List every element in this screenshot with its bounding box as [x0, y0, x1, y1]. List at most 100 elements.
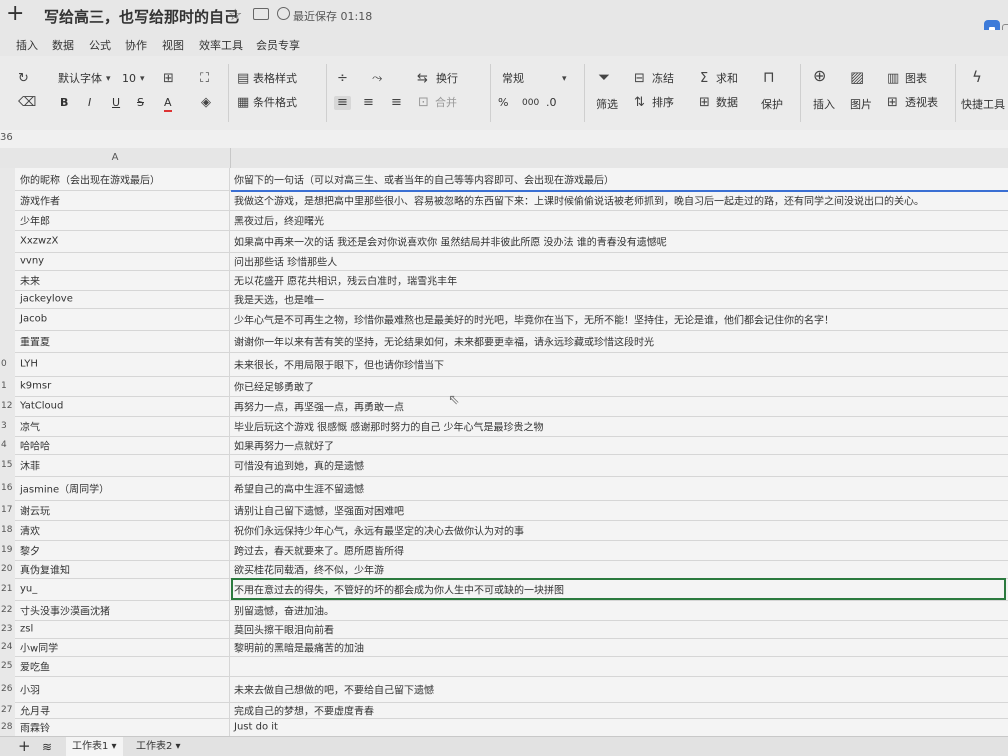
new-tab-button[interactable]: +	[6, 2, 24, 26]
table-row-header[interactable]: 你的昵称（会出现在游戏最后） 你留下的一句话（可以对高三生、或者当年的自己等等内…	[0, 168, 1008, 192]
cell-message[interactable]: 完成自己的梦想，不要虚度青春	[231, 702, 1008, 718]
insert-button[interactable]: 插入	[813, 98, 835, 112]
cell-name[interactable]: XxzwzX	[17, 230, 230, 252]
table-row[interactable]: 20 真伪复谁知 欲买桂花同载酒，终不似，少年游	[0, 560, 1008, 579]
table-row[interactable]: 少年郎 黑夜过后，终迎曙光	[0, 210, 1008, 231]
cell-message[interactable]: 再努力一点，再坚强一点，再勇敢一点	[231, 396, 1008, 416]
table-style-button[interactable]: 表格样式	[253, 72, 297, 86]
lightning-icon[interactable]: ϟ	[972, 70, 982, 85]
quick-tools-button[interactable]: 快捷工具	[961, 98, 1005, 112]
table-row[interactable]: 4 哈哈哈 如果再努力一点就好了	[0, 436, 1008, 455]
row-number[interactable]: 3	[0, 416, 15, 436]
cell-name[interactable]: 凉气	[17, 416, 230, 436]
pivot-table-button[interactable]: 透视表	[905, 96, 938, 110]
cell-name[interactable]: 爱吃鱼	[17, 656, 230, 676]
table-row[interactable]: 21 yu_ 不用在意过去的得失，不管好的坏的都会成为你人生中不可或缺的一块拼图	[0, 578, 1008, 601]
cell-message[interactable]: 黑夜过后，终迎曙光	[231, 210, 1008, 230]
document-title[interactable]: 写给高三，也写给那时的自己	[44, 6, 239, 27]
conditional-format-button[interactable]: 条件格式	[253, 96, 297, 110]
cell-message[interactable]: 未来去做自己想做的吧，不要给自己留下遗憾	[231, 676, 1008, 702]
row-number[interactable]	[0, 190, 15, 210]
table-row[interactable]: jackeylove 我是天选，也是唯一	[0, 290, 1008, 309]
cell-name[interactable]: 哈哈哈	[17, 436, 230, 454]
table-row[interactable]: 22 寸头没事沙漠画沈猪 别留遗憾，奋进加油。	[0, 600, 1008, 621]
row-number[interactable]: 22	[0, 600, 15, 620]
menu-efficiency-tools[interactable]: 效率工具	[199, 37, 243, 53]
cell-message[interactable]: 无以花盛开 愿花共相识，残云白准时，瑞雪兆丰年	[231, 270, 1008, 290]
header-cell-name[interactable]: 你的昵称（会出现在游戏最后）	[17, 168, 230, 190]
cell-message[interactable]: 莫回头擦干眼泪向前看	[231, 620, 1008, 638]
align-right-icon[interactable]: ≡	[391, 96, 402, 110]
italic-button[interactable]: I	[88, 96, 91, 110]
table-row[interactable]: 23 zsl 莫回头擦干眼泪向前看	[0, 620, 1008, 639]
row-number[interactable]	[0, 210, 15, 230]
folder-icon[interactable]	[253, 8, 269, 20]
data-button[interactable]: 数据	[716, 96, 738, 110]
clear-format-icon[interactable]: ⌫	[18, 96, 36, 110]
underline-button[interactable]: U	[112, 96, 120, 110]
formula-bar[interactable]: 36	[0, 130, 1008, 149]
menu-view[interactable]: 视图	[162, 37, 184, 53]
cell-message[interactable]: 祝你们永远保持少年心气，永远有最坚定的决心去做你认为对的事	[231, 520, 1008, 540]
row-number[interactable]	[0, 308, 15, 330]
add-sheet-button[interactable]: +	[18, 737, 31, 755]
lock-icon[interactable]: ⊓	[763, 70, 775, 85]
insert-plus-icon[interactable]: ⊕	[813, 68, 826, 84]
font-size-select[interactable]: 10	[122, 72, 136, 86]
table-row[interactable]: 27 允月寻 完成自己的梦想，不要虚度青春	[0, 702, 1008, 719]
cell-message[interactable]: 你已经足够勇敢了	[231, 376, 1008, 396]
text-direction-icon[interactable]: ⤳	[372, 72, 382, 86]
table-row[interactable]: 12 YatCloud 再努力一点，再坚强一点，再勇敢一点	[0, 396, 1008, 417]
menu-data[interactable]: 数据	[52, 37, 74, 53]
row-number[interactable]	[0, 290, 15, 308]
row-number[interactable]	[0, 168, 15, 190]
cell-message[interactable]: 请别让自己留下遗憾，坚强面对困难吧	[231, 500, 1008, 520]
cell-message[interactable]: 希望自己的高中生涯不留遗憾	[231, 476, 1008, 500]
row-number[interactable]: 27	[0, 702, 15, 718]
menu-collab[interactable]: 协作	[125, 37, 147, 53]
table-row[interactable]: 25 爱吃鱼	[0, 656, 1008, 677]
sheet-grid[interactable]: 你的昵称（会出现在游戏最后） 你留下的一句话（可以对高三生、或者当年的自己等等内…	[0, 168, 1008, 736]
row-number[interactable]: 28	[0, 718, 15, 736]
row-number[interactable]: 20	[0, 560, 15, 578]
cell-message[interactable]: 我是天选，也是唯一	[231, 290, 1008, 308]
row-number[interactable]: 23	[0, 620, 15, 638]
table-row[interactable]: 0 LYH 未来很长，不用局限于眼下，但也请你珍惜当下	[0, 352, 1008, 377]
sheet-tab-2[interactable]: 工作表2 ▾	[130, 737, 187, 756]
cell-message[interactable]: 欲买桂花同载酒，终不似，少年游	[231, 560, 1008, 578]
row-number[interactable]	[0, 230, 15, 252]
cell-name[interactable]: 黎夕	[17, 540, 230, 560]
filter-icon[interactable]: ⏷	[598, 70, 610, 85]
merge-button[interactable]: 合并	[435, 96, 457, 110]
thousands-separator-button[interactable]: 000	[522, 96, 539, 110]
cell-name[interactable]: 少年郎	[17, 210, 230, 230]
table-row[interactable]: 19 黎夕 跨过去，春天就要来了。愿所愿皆所得	[0, 540, 1008, 561]
row-number[interactable]: 24	[0, 638, 15, 656]
table-row[interactable]: 28 雨霖铃 Just do it	[0, 718, 1008, 736]
cell-message[interactable]: 谢谢你一年以来有苦有笑的坚持，无论结果如何，未来都要更幸福，请永远珍藏或珍惜这段…	[231, 330, 1008, 352]
table-row[interactable]: 1 k9msr 你已经足够勇敢了	[0, 376, 1008, 397]
row-number[interactable]: 19	[0, 540, 15, 560]
cell-name[interactable]: 重置夏	[17, 330, 230, 352]
table-row[interactable]: 未来 无以花盛开 愿花共相识，残云白准时，瑞雪兆丰年	[0, 270, 1008, 291]
menu-insert[interactable]: 插入	[16, 37, 38, 53]
table-row[interactable]: vvny 问出那些话 珍惜那些人	[0, 252, 1008, 271]
menu-formula[interactable]: 公式	[89, 37, 111, 53]
row-number[interactable]: 15	[0, 454, 15, 476]
cell-message[interactable]: 如果再努力一点就好了	[231, 436, 1008, 454]
cell-message[interactable]: 如果高中再来一次的话 我还是会对你说喜欢你 虽然结局并非彼此所愿 没办法 谁的青…	[231, 230, 1008, 252]
align-center-icon[interactable]: ≡	[363, 96, 374, 110]
row-number[interactable]: 18	[0, 520, 15, 540]
cell-name[interactable]: jackeylove	[17, 290, 230, 308]
percent-button[interactable]: %	[498, 96, 508, 110]
vertical-align-icon[interactable]: ÷	[337, 72, 348, 86]
cell-message[interactable]: 跨过去，春天就要来了。愿所愿皆所得	[231, 540, 1008, 560]
row-number[interactable]	[0, 270, 15, 290]
row-number[interactable]	[0, 330, 15, 352]
cell-name[interactable]: 允月寻	[17, 702, 230, 718]
cell-message[interactable]	[231, 656, 1008, 676]
table-row[interactable]: XxzwzX 如果高中再来一次的话 我还是会对你说喜欢你 虽然结局并非彼此所愿 没…	[0, 230, 1008, 253]
cell-message[interactable]: 黎明前的黑暗是最痛苦的加油	[231, 638, 1008, 656]
cell-message[interactable]: 少年心气是不可再生之物，珍惜你最难熬也是最美好的时光吧，毕竟你在当下，无所不能！…	[231, 308, 1008, 330]
strikethrough-button[interactable]: S	[137, 96, 144, 110]
